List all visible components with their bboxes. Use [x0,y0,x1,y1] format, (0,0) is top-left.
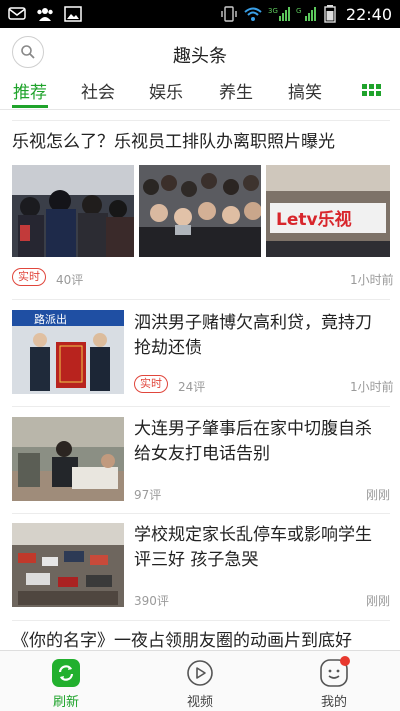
gallery-icon [64,6,82,22]
nav-label: 视频 [186,695,213,710]
nav-video[interactable]: 视频 [160,651,240,711]
clock: 22:40 [345,4,392,24]
article-title[interactable]: 乐视怎么了？乐视员工排队办离职照片曝光 [12,130,335,154]
nav-refresh[interactable]: 刷新 [26,651,106,711]
article-title[interactable]: 《你的名字》一夜占领朋友圈的动画片到底好 [12,629,352,650]
post-time: 刚刚 [366,488,391,502]
nav-label: 刷新 [52,695,79,710]
svg-text:G: G [296,7,301,15]
article-image[interactable] [12,165,134,257]
divider [12,406,390,407]
nav-label: 我的 [320,695,347,710]
article-title[interactable]: 大连男子肇事后在家中切腹自杀给女友打电话告别 [134,417,388,467]
article-title[interactable]: 学校规定家长乱停车或影响学生评三好 孩子急哭 [134,523,388,573]
signal-g-icon: G [296,7,316,21]
battery-icon [324,5,336,23]
tab-recommend[interactable]: 推荐 [13,78,47,103]
status-bar: 3G G 22:40 [0,0,400,28]
divider [12,620,390,621]
tab-funny[interactable]: 搞笑 [288,78,322,103]
article-image[interactable] [12,417,124,501]
realtime-tag: 实时 [134,375,168,393]
more-channels-icon[interactable] [362,84,382,98]
app-header: 趣头条 [0,28,400,72]
signal-3g-icon: 3G [268,7,290,21]
svg-text:Letv乐视: Letv乐视 [276,209,352,230]
divider [12,299,390,300]
comment-count: 390评 [134,594,169,608]
wifi-icon [244,7,262,21]
play-icon [187,660,213,686]
category-tabs: 推荐 社会 娱乐 养生 搞笑 [0,72,400,110]
tab-society[interactable]: 社会 [81,78,115,103]
article-image[interactable]: 路派出 [12,310,124,394]
article-title[interactable]: 泗洪男子赌博欠高利贷，竟持刀抢劫还债 [134,311,388,361]
divider [12,513,390,514]
svg-text:路派出: 路派出 [34,312,67,326]
svg-text:3G: 3G [268,7,278,15]
article-image[interactable] [139,165,261,257]
tab-entertainment[interactable]: 娱乐 [149,78,183,103]
comment-count: 24评 [178,380,206,394]
article-image[interactable] [12,523,124,607]
article-image[interactable]: Letv乐视 [266,165,390,257]
notification-dot [340,656,350,666]
news-feed[interactable]: 乐视怎么了？乐视员工排队办离职照片曝光 Letv乐视 实时 40评 1小时前 路… [0,110,400,650]
post-time: 刚刚 [366,594,391,608]
realtime-tag: 实时 [12,268,46,286]
app-title: 趣头条 [173,46,227,67]
tab-health[interactable]: 养生 [219,78,253,103]
post-time: 1小时前 [350,273,394,287]
active-tab-indicator [12,105,48,108]
divider [12,120,390,121]
refresh-icon [52,659,80,687]
bottom-navigation: 刷新 视频 我的 [0,650,400,711]
vibrate-icon [221,6,237,22]
message-icon [8,7,26,20]
comment-count: 97评 [134,488,162,502]
post-time: 1小时前 [350,380,394,394]
comment-count: 40评 [56,273,84,287]
contacts-icon [37,8,53,21]
nav-profile[interactable]: 我的 [294,651,374,711]
